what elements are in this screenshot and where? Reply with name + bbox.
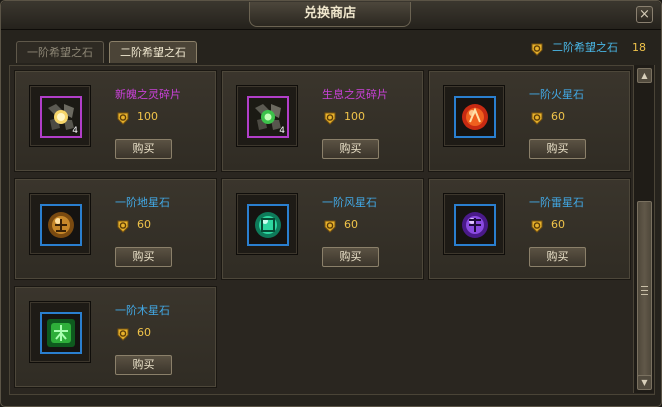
price-value: 100 bbox=[344, 110, 365, 123]
scroll-down-button[interactable]: ▼ bbox=[637, 375, 652, 390]
item-name: 一阶雷星石 bbox=[529, 196, 584, 209]
buy-button[interactable]: 购买 bbox=[322, 139, 379, 159]
scroll-thumb[interactable] bbox=[637, 201, 652, 383]
item-price: 60 bbox=[115, 217, 151, 233]
item-slot[interactable] bbox=[29, 193, 91, 255]
grip-icon bbox=[641, 286, 648, 295]
item-slot[interactable] bbox=[443, 85, 505, 147]
price-value: 60 bbox=[137, 218, 151, 231]
item-frame bbox=[247, 204, 289, 246]
window-title: 兑换商店 bbox=[249, 2, 411, 27]
shop-item-card: 4 新魄之灵碎片 100 购买 bbox=[14, 70, 217, 172]
price-value: 60 bbox=[551, 110, 565, 123]
shop-item-card: 一阶风星石 60 购买 bbox=[221, 178, 424, 280]
item-slot[interactable]: 4 bbox=[29, 85, 91, 147]
coin-icon bbox=[115, 218, 129, 233]
wood-gem-icon bbox=[42, 314, 80, 352]
item-price: 60 bbox=[115, 325, 151, 341]
price-value: 60 bbox=[137, 326, 151, 339]
coin-icon bbox=[529, 41, 543, 56]
item-name: 生息之灵碎片 bbox=[322, 88, 388, 101]
earth-gem-icon bbox=[42, 206, 80, 244]
stack-count: 4 bbox=[279, 126, 285, 136]
shop-item-card: 4 生息之灵碎片 100 购买 bbox=[221, 70, 424, 172]
buy-button[interactable]: 购买 bbox=[322, 247, 379, 267]
coin-icon bbox=[322, 110, 336, 125]
shop-item-card: 一阶木星石 60 购买 bbox=[14, 286, 217, 388]
exchange-shop-window: 兑换商店 × 一阶希望之石 二阶希望之石 二阶希望之石 18 4 新魄之灵碎片 … bbox=[0, 0, 662, 407]
currency-count: 18 bbox=[632, 41, 646, 54]
chevron-up-icon: ▲ bbox=[641, 71, 648, 80]
currency-display: 二阶希望之石 18 bbox=[529, 40, 646, 56]
item-slot[interactable] bbox=[443, 193, 505, 255]
item-frame bbox=[40, 204, 82, 246]
shop-item-card: 一阶火星石 60 购买 bbox=[428, 70, 631, 172]
coin-icon bbox=[115, 326, 129, 341]
item-frame bbox=[40, 312, 82, 354]
wind-gem-icon bbox=[249, 206, 287, 244]
item-frame bbox=[454, 96, 496, 138]
currency-label: 二阶希望之石 bbox=[552, 41, 618, 54]
fire-gem-icon bbox=[456, 98, 494, 136]
buy-button[interactable]: 购买 bbox=[115, 139, 172, 159]
price-value: 60 bbox=[551, 218, 565, 231]
item-price: 60 bbox=[529, 109, 565, 125]
thunder-gem-icon bbox=[456, 206, 494, 244]
item-frame: 4 bbox=[40, 96, 82, 138]
item-price: 100 bbox=[322, 109, 365, 125]
chevron-down-icon: ▼ bbox=[641, 378, 648, 387]
vertical-scrollbar[interactable]: ▲ ▼ bbox=[633, 65, 654, 393]
close-button[interactable]: × bbox=[636, 6, 653, 23]
item-price: 60 bbox=[529, 217, 565, 233]
item-name: 一阶风星石 bbox=[322, 196, 377, 209]
title-bar: 兑换商店 × bbox=[1, 1, 661, 30]
item-name: 一阶火星石 bbox=[529, 88, 584, 101]
price-value: 100 bbox=[137, 110, 158, 123]
item-frame: 4 bbox=[247, 96, 289, 138]
item-price: 60 bbox=[322, 217, 358, 233]
item-frame bbox=[454, 204, 496, 246]
coin-icon bbox=[115, 110, 129, 125]
buy-button[interactable]: 购买 bbox=[529, 247, 586, 267]
tab-tier2-hope-stone[interactable]: 二阶希望之石 bbox=[109, 41, 197, 63]
scroll-up-button[interactable]: ▲ bbox=[637, 68, 652, 83]
item-name: 新魄之灵碎片 bbox=[115, 88, 181, 101]
shop-item-card: 一阶地星石 60 购买 bbox=[14, 178, 217, 280]
price-value: 60 bbox=[344, 218, 358, 231]
coin-icon bbox=[322, 218, 336, 233]
buy-button[interactable]: 购买 bbox=[115, 247, 172, 267]
item-name: 一阶地星石 bbox=[115, 196, 170, 209]
tab-tier1-hope-stone[interactable]: 一阶希望之石 bbox=[16, 41, 104, 63]
item-slot[interactable]: 4 bbox=[236, 85, 298, 147]
item-slot[interactable] bbox=[236, 193, 298, 255]
close-icon: × bbox=[639, 7, 650, 22]
buy-button[interactable]: 购买 bbox=[115, 355, 172, 375]
item-price: 100 bbox=[115, 109, 158, 125]
buy-button[interactable]: 购买 bbox=[529, 139, 586, 159]
shop-item-card: 一阶雷星石 60 购买 bbox=[428, 178, 631, 280]
coin-icon bbox=[529, 218, 543, 233]
item-name: 一阶木星石 bbox=[115, 304, 170, 317]
coin-icon bbox=[529, 110, 543, 125]
stack-count: 4 bbox=[72, 126, 78, 136]
item-slot[interactable] bbox=[29, 301, 91, 363]
